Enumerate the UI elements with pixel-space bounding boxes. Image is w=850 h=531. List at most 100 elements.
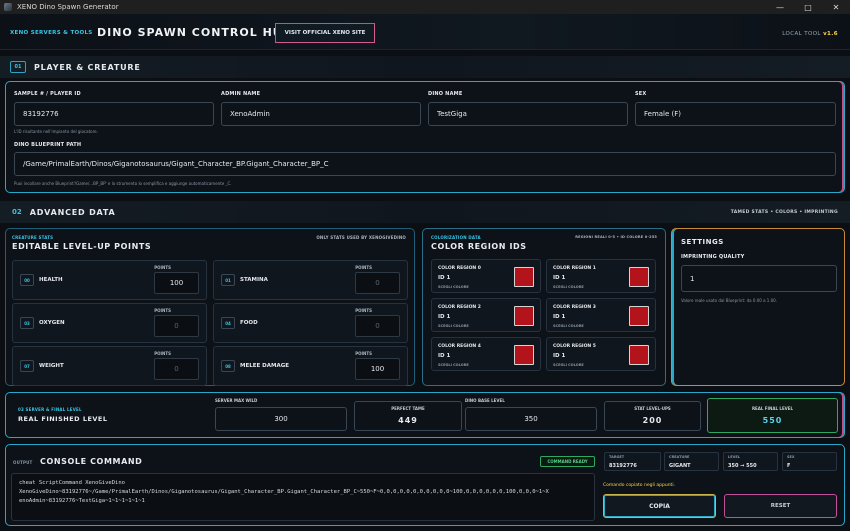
stat-card: 07 WEIGHT POINTS 0 <box>12 346 207 386</box>
blueprint-input[interactable]: /Game/PrimalEarth/Dinos/Giganotosaurus/G… <box>14 152 836 176</box>
console-line: XenoGiveDino~83192776~/Game/PrimalEarth/… <box>19 489 549 495</box>
stats-panel: CREATURE STATS EDITABLE LEVEL-UP POINTS … <box>5 228 415 386</box>
color-swatch[interactable] <box>629 267 649 287</box>
minimize-icon[interactable]: — <box>766 0 794 14</box>
console-title: CONSOLE COMMAND <box>40 457 143 466</box>
color-region-card: COLOR REGION 4 ID 1 SCEGLI COLORE <box>431 337 541 371</box>
stat-index-badge: 07 <box>20 360 34 372</box>
color-region-id[interactable]: ID 1 <box>553 353 565 359</box>
color-swatch[interactable] <box>514 345 534 365</box>
stat-card: 00 HEALTH POINTS 100 <box>12 260 207 300</box>
console-output[interactable]: cheat ScriptCommand XenoGiveDino XenoGive… <box>11 473 595 521</box>
color-region-id[interactable]: ID 1 <box>438 353 450 359</box>
blueprint-label: DINO BLUEPRINT PATH <box>14 142 82 148</box>
final-level-title: REAL FINISHED LEVEL <box>18 415 108 423</box>
imprint-label: IMPRINTING QUALITY <box>681 254 745 260</box>
stat-levelups-label: STAT LEVEL-UPS <box>634 406 671 411</box>
stat-points-input[interactable]: 0 <box>355 315 400 337</box>
stat-points-input[interactable]: 100 <box>154 272 199 294</box>
stats-kicker: CREATURE STATS <box>12 235 54 240</box>
server-max-wild-input[interactable]: 300 <box>215 407 347 431</box>
stat-index-badge: 03 <box>20 317 34 329</box>
player-creature-panel: SAMPLE # / PLAYER ID 83192776 L'ID risul… <box>5 81 845 193</box>
target-meta: TARGET 83192776 <box>604 452 661 471</box>
stat-card: 08 MELEE DAMAGE POINTS 100 <box>213 346 408 386</box>
stat-name: MELEE DAMAGE <box>240 363 289 369</box>
sex-select[interactable]: Female (F) <box>635 102 836 126</box>
choose-color-label: SCEGLI COLORE <box>553 324 584 328</box>
stat-name: FOOD <box>240 320 258 326</box>
color-region-name: COLOR REGION 2 <box>438 305 481 310</box>
settings-title: SETTINGS <box>681 238 724 246</box>
colors-note: REGIONI REALI 0-5 • ID COLORE 0-255 <box>575 235 657 239</box>
stat-card: 03 OXYGEN POINTS 0 <box>12 303 207 343</box>
stat-index-badge: 00 <box>20 274 34 286</box>
color-region-id[interactable]: ID 1 <box>438 314 450 320</box>
section-title: PLAYER & CREATURE <box>34 62 141 72</box>
stat-index-badge: 04 <box>221 317 235 329</box>
local-tool-label: LOCAL TOOL v1.6 <box>782 31 838 37</box>
blueprint-hint: Puoi incollare anche Blueprint'/Game/...… <box>14 181 232 186</box>
player-id-label: SAMPLE # / PLAYER ID <box>14 91 81 97</box>
points-label: POINTS <box>355 351 372 356</box>
close-icon[interactable]: ✕ <box>822 0 850 14</box>
stat-name: OXYGEN <box>39 320 65 326</box>
color-region-id[interactable]: ID 1 <box>553 314 565 320</box>
color-region-id[interactable]: ID 1 <box>438 275 450 281</box>
visit-site-button[interactable]: VISIT OFFICIAL XENO SITE <box>275 23 375 43</box>
player-id-input[interactable]: 83192776 <box>14 102 214 126</box>
color-swatch[interactable] <box>514 267 534 287</box>
stat-name: HEALTH <box>39 277 63 283</box>
local-tool-text: LOCAL TOOL <box>782 31 821 37</box>
reset-button[interactable]: RESET <box>724 494 837 518</box>
app-icon <box>4 3 12 11</box>
section-title: ADVANCED DATA <box>29 207 116 217</box>
color-region-name: COLOR REGION 3 <box>553 305 596 310</box>
stat-points-input[interactable]: 0 <box>154 358 199 380</box>
stat-points-input[interactable]: 0 <box>154 315 199 337</box>
level-value: 350 → 550 <box>728 463 757 469</box>
stat-levelups-value: 200 <box>642 416 663 425</box>
colors-kicker: COLORIZATION DATA <box>431 235 481 240</box>
admin-name-label: ADMIN NAME <box>221 91 261 97</box>
dino-base-level-label: DINO BASE LEVEL <box>465 398 505 403</box>
dino-base-level-input[interactable]: 350 <box>465 407 597 431</box>
perfect-tame-box: PERFECT TAME 449 <box>354 401 462 431</box>
choose-color-label: SCEGLI COLORE <box>438 363 469 367</box>
stats-note: ONLY STATS USED BY XENOGIVEDINO <box>316 235 406 240</box>
window-title: XENO Dino Spawn Generator <box>17 3 119 11</box>
copied-status: Comando copiato negli appunti. <box>603 483 675 488</box>
creature-value: GIGANT <box>669 463 691 469</box>
real-final-level-value: 550 <box>762 416 783 425</box>
console-kicker: OUTPUT <box>13 460 33 465</box>
color-swatch[interactable] <box>629 306 649 326</box>
brand-label: XENO SERVERS & TOOLS <box>10 30 93 36</box>
choose-color-label: SCEGLI COLORE <box>438 324 469 328</box>
color-region-card: COLOR REGION 2 ID 1 SCEGLI COLORE <box>431 298 541 332</box>
section-advanced-data-bar: 02 ADVANCED DATA TAMED STATS • COLORS • … <box>0 201 850 223</box>
final-level-panel: 03 SERVER & FINAL LEVEL REAL FINISHED LE… <box>5 392 845 438</box>
points-label: POINTS <box>154 265 171 270</box>
color-region-name: COLOR REGION 1 <box>553 266 596 271</box>
section-number: 02 <box>12 208 22 216</box>
admin-name-input[interactable]: XenoAdmin <box>221 102 421 126</box>
color-region-id[interactable]: ID 1 <box>553 275 565 281</box>
sex-meta-label: SEX <box>787 455 795 459</box>
creature-label: CREATURE <box>669 455 690 459</box>
maximize-icon[interactable]: □ <box>794 0 822 14</box>
console-line: enoAdmin~83192776~TestGiga~1~1~1~1~1~1 <box>19 498 145 504</box>
copy-button[interactable]: COPIA <box>603 494 716 518</box>
color-region-card: COLOR REGION 0 ID 1 SCEGLI COLORE <box>431 259 541 293</box>
color-swatch[interactable] <box>629 345 649 365</box>
stat-points-input[interactable]: 0 <box>355 272 400 294</box>
section-number: 01 <box>10 61 26 73</box>
color-swatch[interactable] <box>514 306 534 326</box>
imprint-input[interactable]: 1 <box>681 265 837 292</box>
stat-points-input[interactable]: 100 <box>355 358 400 380</box>
perfect-tame-value: 449 <box>398 416 418 425</box>
color-region-card: COLOR REGION 5 ID 1 SCEGLI COLORE <box>546 337 656 371</box>
dino-name-input[interactable]: TestGiga <box>428 102 628 126</box>
target-label: TARGET <box>609 455 625 459</box>
final-level-kicker: 03 SERVER & FINAL LEVEL <box>18 407 82 412</box>
points-label: POINTS <box>154 308 171 313</box>
